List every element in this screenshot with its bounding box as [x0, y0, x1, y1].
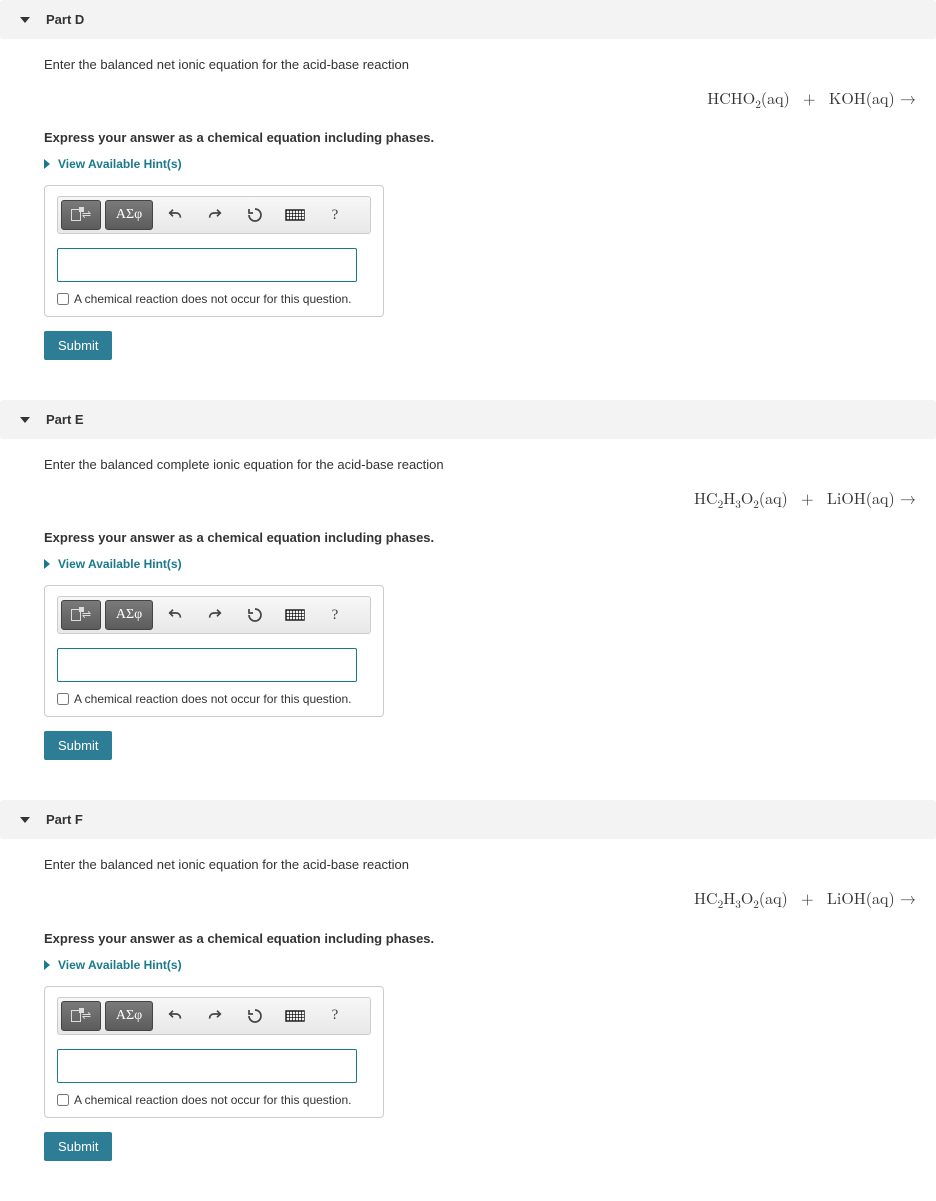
answer-box: ⇌ ΑΣφ ? A chemical reaction does not occ…: [44, 986, 384, 1118]
part-header[interactable]: Part E: [0, 400, 936, 439]
redo-button[interactable]: [197, 1001, 233, 1031]
keyboard-button[interactable]: [277, 600, 313, 630]
submit-button[interactable]: Submit: [44, 731, 112, 760]
equation-toolbar: ⇌ ΑΣφ ?: [57, 196, 371, 234]
question-text: Enter the balanced net ionic equation fo…: [44, 857, 916, 872]
equation-display: HCHO2(aq) + KOH(aq) →: [44, 86, 916, 112]
redo-button[interactable]: [197, 200, 233, 230]
equation-display: HC2H3O2(aq) + LiOH(aq) →: [44, 486, 916, 512]
part-title: Part D: [46, 12, 84, 27]
caret-right-icon: [44, 559, 50, 569]
help-button[interactable]: ?: [317, 600, 353, 630]
caret-right-icon: [44, 159, 50, 169]
equation-display: HC2H3O2(aq) + LiOH(aq) →: [44, 886, 916, 912]
reset-button[interactable]: [237, 200, 273, 230]
no-reaction-label: A chemical reaction does not occur for t…: [74, 692, 351, 706]
answer-box: ⇌ ΑΣφ ? A chemical reaction does not occ…: [44, 185, 384, 317]
reset-button[interactable]: [237, 1001, 273, 1031]
answer-input[interactable]: [57, 1049, 357, 1083]
submit-button[interactable]: Submit: [44, 1132, 112, 1161]
formula-template-icon: ⇌: [71, 209, 91, 221]
part-title: Part F: [46, 812, 83, 827]
undo-button[interactable]: [157, 1001, 193, 1031]
view-hints-link[interactable]: View Available Hint(s): [44, 557, 182, 571]
undo-button[interactable]: [157, 200, 193, 230]
formula-template-button[interactable]: ⇌: [61, 200, 101, 230]
part-body: Enter the balanced net ionic equation fo…: [0, 839, 936, 1180]
part-F: Part F Enter the balanced net ionic equa…: [0, 800, 936, 1180]
formula-template-button[interactable]: ⇌: [61, 1001, 101, 1031]
formula-template-button[interactable]: ⇌: [61, 600, 101, 630]
answer-box: ⇌ ΑΣφ ? A chemical reaction does not occ…: [44, 585, 384, 717]
formula-template-icon: ⇌: [71, 1010, 91, 1022]
part-body: Enter the balanced net ionic equation fo…: [0, 39, 936, 380]
no-reaction-row[interactable]: A chemical reaction does not occur for t…: [57, 692, 371, 706]
keyboard-icon: [285, 1010, 305, 1022]
instruction-text: Express your answer as a chemical equati…: [44, 130, 916, 145]
no-reaction-checkbox[interactable]: [57, 693, 69, 705]
formula-template-icon: ⇌: [71, 609, 91, 621]
reset-button[interactable]: [237, 600, 273, 630]
hints-label: View Available Hint(s): [58, 157, 182, 171]
answer-input[interactable]: [57, 648, 357, 682]
answer-input[interactable]: [57, 248, 357, 282]
part-header[interactable]: Part F: [0, 800, 936, 839]
view-hints-link[interactable]: View Available Hint(s): [44, 157, 182, 171]
keyboard-icon: [285, 209, 305, 221]
question-text: Enter the balanced net ionic equation fo…: [44, 57, 916, 72]
no-reaction-row[interactable]: A chemical reaction does not occur for t…: [57, 292, 371, 306]
instruction-text: Express your answer as a chemical equati…: [44, 530, 916, 545]
keyboard-button[interactable]: [277, 200, 313, 230]
question-text: Enter the balanced complete ionic equati…: [44, 457, 916, 472]
greek-symbols-button[interactable]: ΑΣφ: [105, 1001, 153, 1031]
greek-symbols-button[interactable]: ΑΣφ: [105, 200, 153, 230]
undo-button[interactable]: [157, 600, 193, 630]
equation-toolbar: ⇌ ΑΣφ ?: [57, 997, 371, 1035]
instruction-text: Express your answer as a chemical equati…: [44, 931, 916, 946]
submit-button[interactable]: Submit: [44, 331, 112, 360]
no-reaction-row[interactable]: A chemical reaction does not occur for t…: [57, 1093, 371, 1107]
caret-down-icon: [20, 817, 30, 823]
no-reaction-checkbox[interactable]: [57, 1094, 69, 1106]
part-title: Part E: [46, 412, 84, 427]
greek-symbols-button[interactable]: ΑΣφ: [105, 600, 153, 630]
hints-label: View Available Hint(s): [58, 557, 182, 571]
no-reaction-checkbox[interactable]: [57, 293, 69, 305]
caret-down-icon: [20, 17, 30, 23]
keyboard-button[interactable]: [277, 1001, 313, 1031]
no-reaction-label: A chemical reaction does not occur for t…: [74, 1093, 351, 1107]
help-button[interactable]: ?: [317, 200, 353, 230]
help-button[interactable]: ?: [317, 1001, 353, 1031]
view-hints-link[interactable]: View Available Hint(s): [44, 958, 182, 972]
equation-toolbar: ⇌ ΑΣφ ?: [57, 596, 371, 634]
part-D: Part D Enter the balanced net ionic equa…: [0, 0, 936, 380]
redo-button[interactable]: [197, 600, 233, 630]
keyboard-icon: [285, 609, 305, 621]
part-header[interactable]: Part D: [0, 0, 936, 39]
part-body: Enter the balanced complete ionic equati…: [0, 439, 936, 780]
no-reaction-label: A chemical reaction does not occur for t…: [74, 292, 351, 306]
caret-down-icon: [20, 417, 30, 423]
part-E: Part E Enter the balanced complete ionic…: [0, 400, 936, 780]
hints-label: View Available Hint(s): [58, 958, 182, 972]
caret-right-icon: [44, 960, 50, 970]
